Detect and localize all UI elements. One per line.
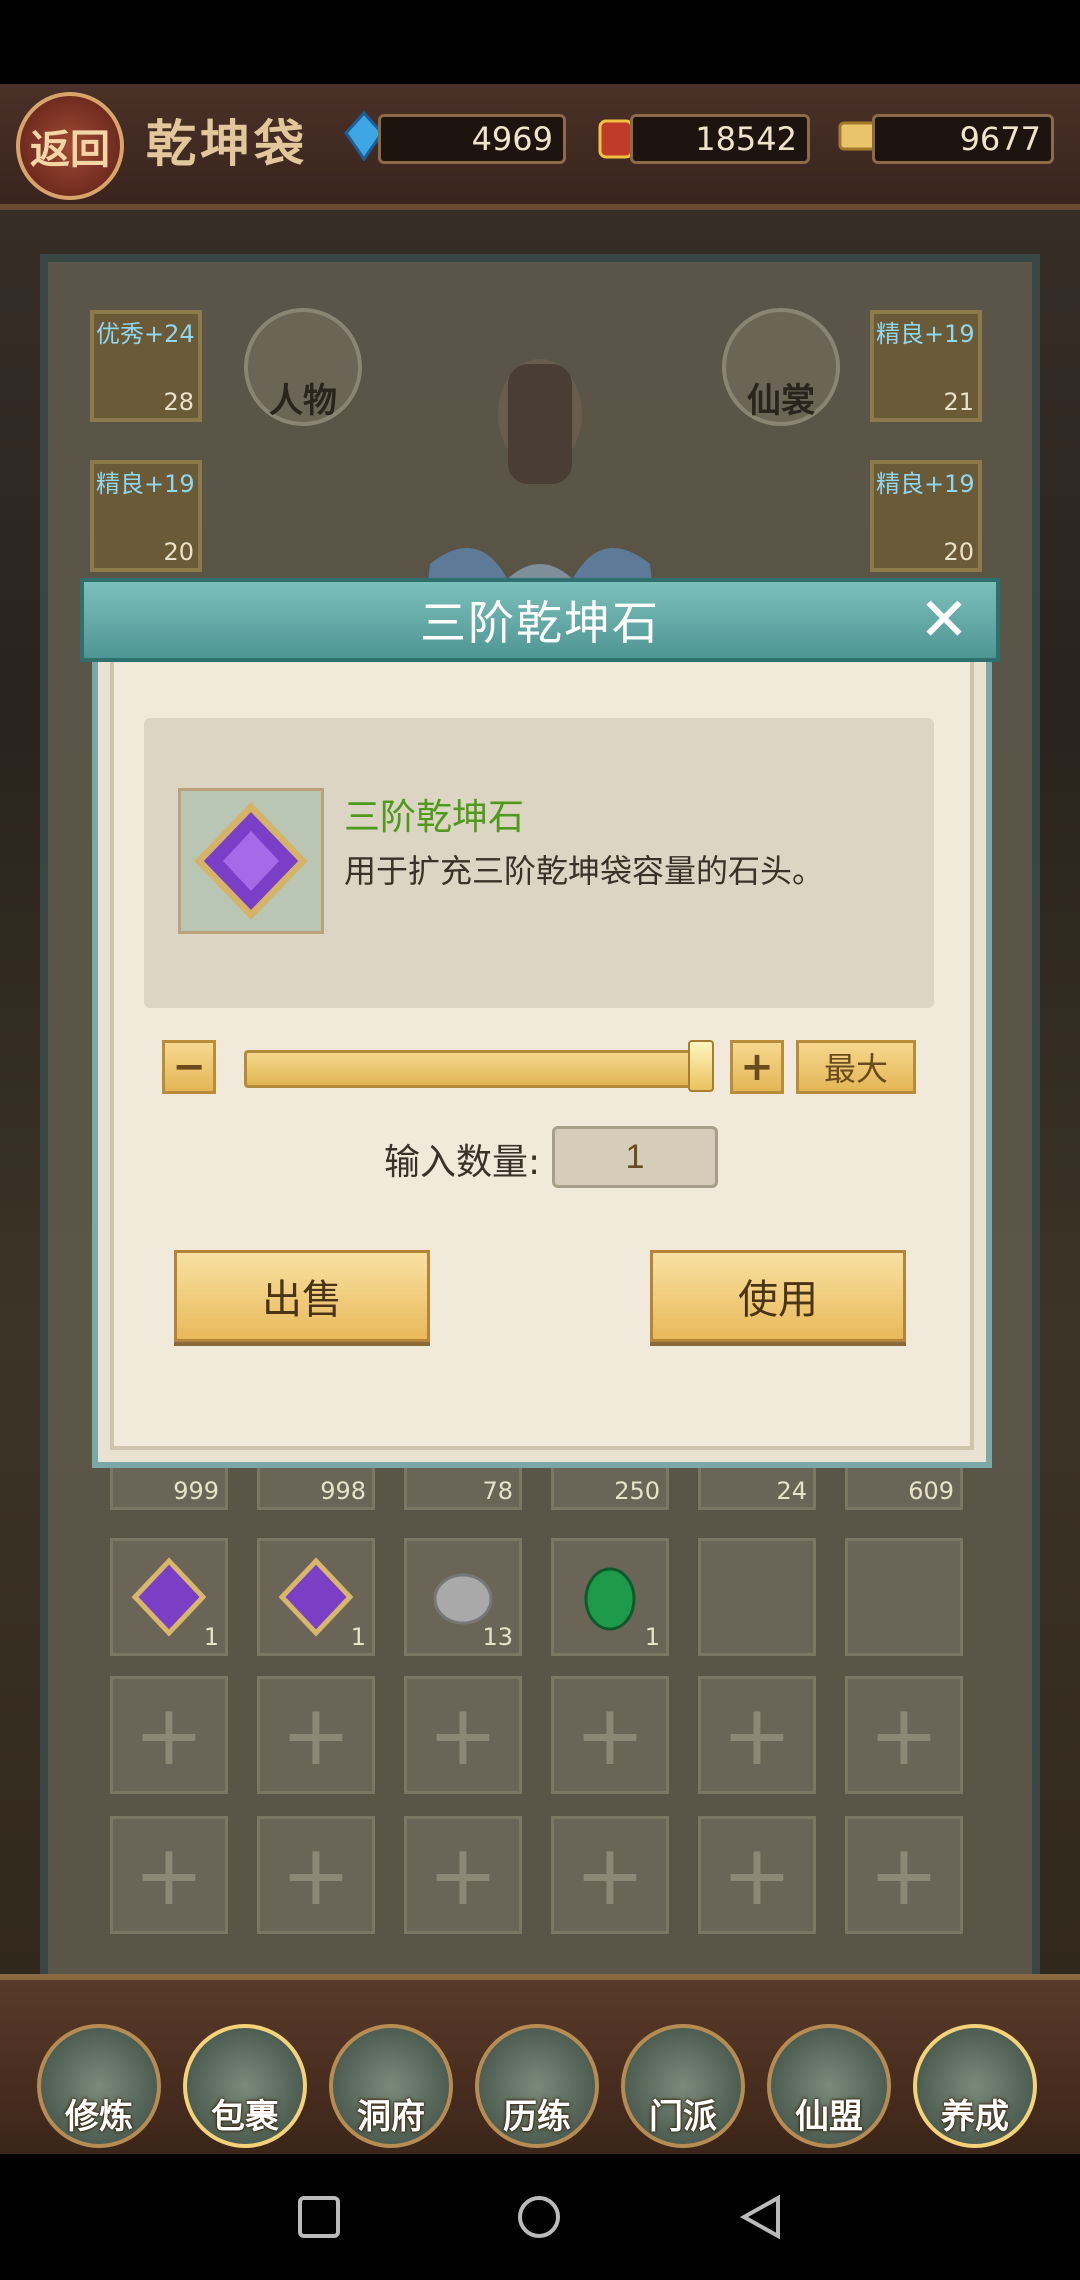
add-slot-button[interactable]: + bbox=[110, 1676, 228, 1794]
purple-gem-icon bbox=[131, 1557, 207, 1637]
scroll-counter: 9677 bbox=[872, 114, 1054, 164]
add-slot-button[interactable]: + bbox=[110, 1816, 228, 1934]
nav-sect-label: 门派 bbox=[621, 2024, 745, 2148]
item-count: 998 bbox=[320, 1477, 366, 1505]
equip-quality-label: 精良+19 bbox=[96, 470, 195, 498]
item-count: 1 bbox=[203, 1623, 219, 1651]
item-description: 用于扩充三阶乾坤袋容量的石头。 bbox=[344, 852, 825, 890]
equip-quality-label: 精良+19 bbox=[876, 470, 975, 498]
item-count: 1 bbox=[644, 1623, 660, 1651]
page-title: 乾坤袋 bbox=[146, 114, 308, 173]
inventory-slot[interactable]: 1 bbox=[551, 1538, 669, 1656]
equip-slot-armor[interactable]: 精良+19 20 bbox=[90, 460, 202, 572]
equip-level: 20 bbox=[943, 538, 974, 566]
nav-cave-label: 洞府 bbox=[329, 2024, 453, 2148]
home-icon[interactable] bbox=[516, 2194, 562, 2240]
nav-cave[interactable]: 洞府 bbox=[326, 2008, 456, 2148]
add-slot-button[interactable]: + bbox=[257, 1816, 375, 1934]
currency-counter: 18542 bbox=[630, 114, 810, 164]
quantity-input[interactable] bbox=[552, 1126, 718, 1188]
item-count: 999 bbox=[173, 1477, 219, 1505]
inventory-slot-empty[interactable] bbox=[698, 1538, 816, 1656]
plus-icon: + bbox=[574, 1826, 646, 1924]
max-button[interactable]: 最大 bbox=[796, 1040, 916, 1094]
item-count: 1 bbox=[350, 1623, 366, 1651]
bottom-nav: 修炼 包裹 洞府 历练 门派 仙盟 养成 bbox=[0, 1974, 1080, 2160]
add-slot-button[interactable]: + bbox=[698, 1816, 816, 1934]
nav-cultivate-label: 修炼 bbox=[37, 2024, 161, 2148]
inventory-slot[interactable]: 1 bbox=[257, 1538, 375, 1656]
slider-handle[interactable] bbox=[688, 1040, 714, 1092]
add-slot-button[interactable]: + bbox=[845, 1676, 963, 1794]
sell-button[interactable]: 出售 bbox=[174, 1250, 430, 1342]
add-slot-button[interactable]: + bbox=[551, 1816, 669, 1934]
add-slot-button[interactable]: + bbox=[404, 1816, 522, 1934]
item-count: 609 bbox=[908, 1477, 954, 1505]
nav-develop[interactable]: 养成 bbox=[910, 2008, 1040, 2148]
equip-slot-weapon[interactable]: 优秀+24 28 bbox=[90, 310, 202, 422]
add-slot-button[interactable]: + bbox=[698, 1676, 816, 1794]
nav-bag[interactable]: 包裹 bbox=[180, 2008, 310, 2148]
nav-trial[interactable]: 历练 bbox=[472, 2008, 602, 2148]
plus-icon: + bbox=[427, 1826, 499, 1924]
nav-bag-label: 包裹 bbox=[183, 2024, 307, 2148]
quantity-slider[interactable] bbox=[244, 1050, 714, 1088]
nav-cultivate[interactable]: 修炼 bbox=[34, 2008, 164, 2148]
nav-sect[interactable]: 门派 bbox=[618, 2008, 748, 2148]
inventory-slot-empty[interactable] bbox=[845, 1538, 963, 1656]
equip-level: 28 bbox=[163, 388, 194, 416]
item-count: 250 bbox=[614, 1477, 660, 1505]
purple-gem-icon bbox=[194, 801, 308, 921]
close-icon: ✕ bbox=[918, 585, 970, 655]
nav-alliance[interactable]: 仙盟 bbox=[764, 2008, 894, 2148]
spirit-stone-counter: 4969 bbox=[378, 114, 566, 164]
costume-button[interactable]: 仙裳 bbox=[722, 308, 840, 426]
item-count: 78 bbox=[482, 1477, 513, 1505]
add-slot-button[interactable]: + bbox=[551, 1676, 669, 1794]
plus-icon: + bbox=[868, 1826, 940, 1924]
plus-icon: + bbox=[280, 1686, 352, 1784]
character-button[interactable]: 人物 bbox=[244, 308, 362, 426]
nav-develop-label: 养成 bbox=[913, 2024, 1037, 2148]
plus-icon: + bbox=[868, 1686, 940, 1784]
use-button[interactable]: 使用 bbox=[650, 1250, 906, 1342]
plus-icon: + bbox=[427, 1686, 499, 1784]
equip-slot-accessory[interactable]: 精良+19 21 bbox=[870, 310, 982, 422]
dialog-title: 三阶乾坤石 bbox=[80, 578, 1000, 662]
nav-alliance-label: 仙盟 bbox=[767, 2024, 891, 2148]
increase-button[interactable]: + bbox=[730, 1040, 784, 1094]
nav-trial-label: 历练 bbox=[475, 2024, 599, 2148]
plus-icon: + bbox=[280, 1826, 352, 1924]
equip-level: 20 bbox=[163, 538, 194, 566]
equip-quality-label: 优秀+24 bbox=[96, 320, 195, 348]
plus-icon: + bbox=[574, 1686, 646, 1784]
purple-gem-icon bbox=[278, 1557, 354, 1637]
back-icon[interactable] bbox=[738, 2194, 784, 2240]
equip-slot-ring[interactable]: 精良+19 20 bbox=[870, 460, 982, 572]
plus-icon: + bbox=[721, 1826, 793, 1924]
plus-icon: + bbox=[133, 1826, 205, 1924]
inventory-slot[interactable]: 13 bbox=[404, 1538, 522, 1656]
status-bar bbox=[0, 0, 1080, 84]
add-slot-button[interactable]: + bbox=[845, 1816, 963, 1934]
system-nav-bar bbox=[0, 2154, 1080, 2280]
quantity-label: 输入数量: bbox=[384, 1142, 541, 1183]
equip-quality-label: 精良+19 bbox=[876, 320, 975, 348]
equip-level: 21 bbox=[943, 388, 974, 416]
top-bar: 返回 乾坤袋 4969 18542 9677 bbox=[0, 84, 1080, 210]
plus-icon: + bbox=[133, 1686, 205, 1784]
back-button[interactable]: 返回 bbox=[16, 92, 124, 200]
item-name: 三阶乾坤石 bbox=[344, 797, 525, 838]
add-slot-button[interactable]: + bbox=[257, 1676, 375, 1794]
decrease-button[interactable]: − bbox=[162, 1040, 216, 1094]
recent-apps-icon[interactable] bbox=[296, 2194, 342, 2240]
item-icon-frame bbox=[178, 788, 324, 934]
green-jade-icon bbox=[584, 1567, 636, 1631]
add-slot-button[interactable]: + bbox=[404, 1676, 522, 1794]
close-button[interactable]: ✕ bbox=[912, 585, 976, 655]
inventory-slot[interactable]: 1 bbox=[110, 1538, 228, 1656]
item-count: 24 bbox=[776, 1477, 807, 1505]
item-count: 13 bbox=[482, 1623, 513, 1651]
plus-icon: + bbox=[721, 1686, 793, 1784]
